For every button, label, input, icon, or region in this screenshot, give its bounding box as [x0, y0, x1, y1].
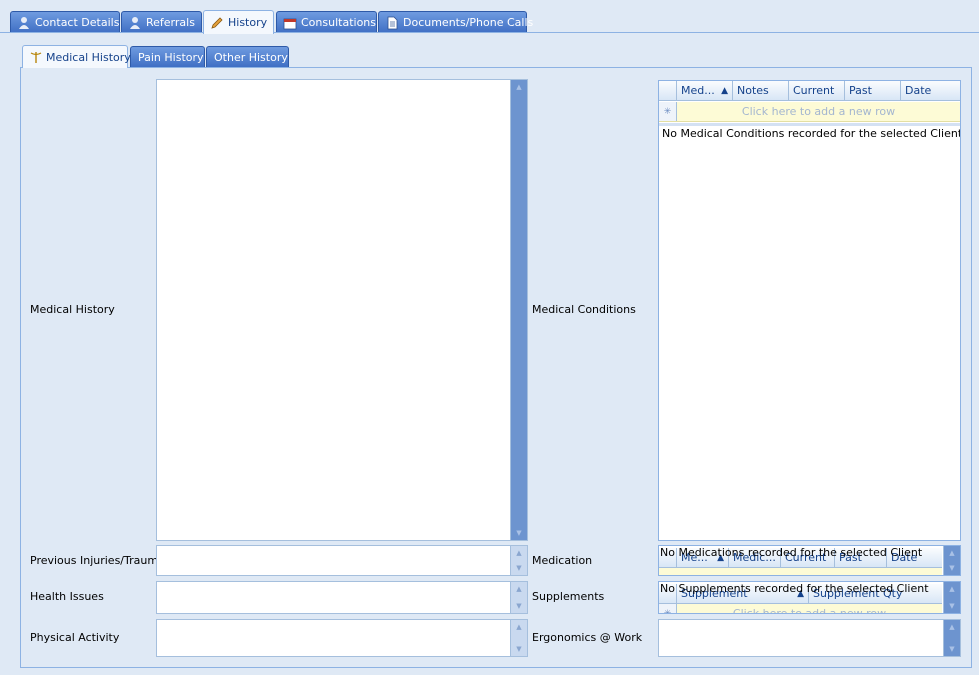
- tab-label: Contact Details: [35, 16, 120, 29]
- main-tab-strip: Contact Details Referrals History Consul…: [0, 0, 979, 34]
- new-row-text: Click here to add a new row: [732, 607, 887, 614]
- subtab-pain-history[interactable]: Pain History: [130, 46, 205, 67]
- scroll-up-icon[interactable]: ▲: [511, 620, 527, 634]
- health-issues-scrollbar[interactable]: ▲ ▼: [510, 582, 527, 613]
- scroll-down-icon[interactable]: ▼: [944, 561, 960, 575]
- new-row[interactable]: [659, 568, 942, 575]
- scroll-down-icon[interactable]: ▼: [511, 599, 527, 613]
- health-issues-memo[interactable]: ▲ ▼: [156, 581, 528, 614]
- ergonomics-scrollbar[interactable]: ▲ ▼: [943, 620, 960, 656]
- medical-history-label: Medical History: [30, 303, 115, 316]
- subtab-medical-history[interactable]: Medical History: [22, 45, 131, 68]
- scroll-down-icon[interactable]: ▼: [944, 599, 960, 613]
- empty-message: No Medications recorded for the selected…: [660, 546, 923, 559]
- document-icon: [385, 16, 399, 30]
- tab-label: Referrals: [146, 16, 195, 29]
- column-header[interactable]: Date: [901, 81, 960, 101]
- tab-documents-phone-calls[interactable]: Documents/Phone Calls: [378, 11, 533, 33]
- column-header[interactable]: Current: [789, 81, 845, 101]
- scroll-up-icon[interactable]: ▲: [511, 546, 527, 560]
- tab-referrals[interactable]: Referrals: [121, 11, 202, 33]
- medical-conditions-label: Medical Conditions: [532, 303, 636, 316]
- subtab-label: Pain History: [138, 50, 204, 64]
- grid-divider: [659, 123, 960, 126]
- pencil-icon: [210, 16, 224, 30]
- health-issues-label: Health Issues: [30, 590, 104, 603]
- column-header[interactable]: Med... ▲: [677, 81, 733, 101]
- subtab-other-history[interactable]: Other History: [206, 46, 289, 67]
- scroll-down-icon[interactable]: ▼: [511, 526, 527, 540]
- scroll-up-icon[interactable]: ▲: [511, 582, 527, 596]
- column-header[interactable]: Past: [845, 81, 901, 101]
- previous-injuries-memo[interactable]: ▲ ▼: [156, 545, 528, 576]
- medication-scrollbar[interactable]: ▲ ▼: [943, 546, 960, 575]
- person-icon: [128, 16, 142, 30]
- new-row-text: Click here to add a new row: [741, 105, 896, 118]
- medical-history-scrollbar[interactable]: ▲ ▼: [510, 80, 527, 540]
- scroll-down-icon[interactable]: ▼: [511, 561, 527, 575]
- row-indicator-header: [659, 81, 677, 101]
- medical-conditions-grid[interactable]: Med... ▲ Notes Current Past Date ✳ Click…: [658, 80, 961, 541]
- column-header-label: Med...: [681, 84, 715, 97]
- sort-ascending-icon: ▲: [721, 86, 728, 96]
- supplements-scrollbar[interactable]: ▲ ▼: [943, 582, 960, 613]
- medication-label: Medication: [532, 554, 593, 567]
- scroll-up-icon[interactable]: ▲: [511, 80, 527, 94]
- tab-label: Documents/Phone Calls: [403, 16, 534, 29]
- scroll-up-icon[interactable]: ▲: [944, 620, 960, 634]
- new-row[interactable]: ✳ Click here to add a new row: [659, 604, 942, 614]
- new-row-icon: ✳: [659, 102, 677, 121]
- scroll-down-icon[interactable]: ▼: [511, 642, 527, 656]
- subtab-label: Other History: [214, 50, 288, 64]
- tab-consultations[interactable]: Consultations: [276, 11, 377, 33]
- caduceus-icon: [30, 50, 42, 64]
- subtab-label: Medical History: [46, 50, 131, 64]
- grid-header: Med... ▲ Notes Current Past Date: [659, 81, 960, 101]
- medical-history-memo[interactable]: ▲ ▼: [156, 79, 528, 541]
- tab-history[interactable]: History: [203, 10, 274, 34]
- scroll-up-icon[interactable]: ▲: [944, 582, 960, 596]
- physical-activity-label: Physical Activity: [30, 631, 120, 644]
- tab-contact-details[interactable]: Contact Details: [10, 11, 120, 33]
- tab-underline: [0, 32, 979, 33]
- tab-label: History: [228, 16, 268, 29]
- column-header[interactable]: Notes: [733, 81, 789, 101]
- physical-activity-memo[interactable]: ▲ ▼: [156, 619, 528, 657]
- scroll-down-icon[interactable]: ▼: [944, 642, 960, 656]
- calendar-icon: [283, 16, 297, 30]
- supplements-label: Supplements: [532, 590, 605, 603]
- ergonomics-label: Ergonomics @ Work: [532, 631, 643, 644]
- previous-injuries-label: Previous Injuries/Trauma: [30, 554, 165, 567]
- new-row[interactable]: ✳ Click here to add a new row: [659, 102, 960, 122]
- medication-grid[interactable]: Me... ▲ Medic... Current Past Date No Me…: [658, 545, 961, 576]
- physical-activity-scrollbar[interactable]: ▲ ▼: [510, 620, 527, 656]
- empty-message: No Medical Conditions recorded for the s…: [662, 127, 961, 140]
- tab-label: Consultations: [301, 16, 376, 29]
- new-row-icon: ✳: [659, 604, 677, 613]
- previous-injuries-scrollbar[interactable]: ▲ ▼: [510, 546, 527, 575]
- ergonomics-memo[interactable]: ▲ ▼: [658, 619, 961, 657]
- supplements-grid[interactable]: Supplement ▲ Supplement Qty ✳ Click here…: [658, 581, 961, 614]
- scroll-up-icon[interactable]: ▲: [944, 546, 960, 560]
- person-icon: [17, 16, 31, 30]
- empty-message: No Supplements recorded for the selected…: [660, 582, 929, 595]
